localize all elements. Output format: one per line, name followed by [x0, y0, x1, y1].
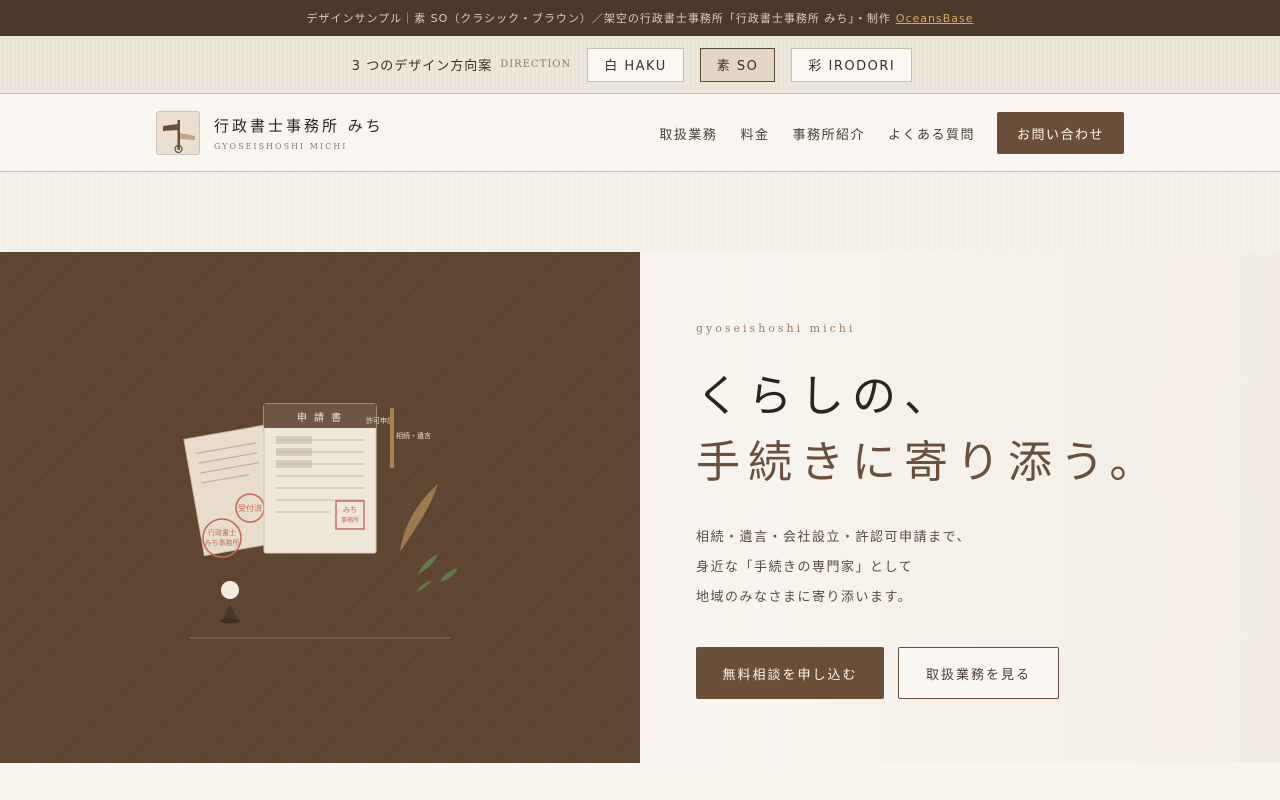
nav-services[interactable]: 取扱業務	[659, 124, 717, 143]
leaf-icon	[418, 554, 438, 574]
direction-so-button[interactable]: 素 SO	[699, 47, 776, 82]
page-bottom-strip	[0, 763, 1280, 800]
lead-line-3: 地域のみなさまに寄り添います。	[696, 590, 913, 605]
view-services-button[interactable]: 取扱業務を見る	[898, 647, 1059, 699]
main-nav: 取扱業務 料金 事務所紹介 よくある質問 お問い合わせ	[636, 94, 1124, 172]
lead-line-1: 相続・遺言・会社設立・許認可申請まで、	[696, 530, 971, 545]
direction-irodori-button[interactable]: 彩 IRODORI	[791, 47, 913, 82]
free-consultation-button[interactable]: 無料相談を申し込む	[696, 647, 884, 699]
hero-content: gyoseishoshi michi くらしの、 手続きに寄り添う。 相続・遺言…	[640, 252, 1280, 763]
leaf-icon	[416, 580, 432, 592]
seal-line1: みち	[343, 506, 357, 514]
site-header: 行政書士事務所 みち GYOSEISHOSHI MICHI 取扱業務 料金 事務…	[0, 94, 1280, 172]
tag-inheritance: 相続・遺言	[396, 431, 431, 440]
lead-line-2: 身近な「手続きの専門家」として	[696, 560, 914, 575]
banner-text: デザインサンプル｜素 SO（クラシック・ブラウン）／架空の行政書士事務所「行政書…	[306, 12, 891, 25]
application-form: 申 請 書 みち 事務所	[263, 403, 377, 554]
nav-about[interactable]: 事務所紹介	[792, 124, 865, 143]
signpost-icon	[163, 119, 195, 153]
hero-illustration-panel: 受付済 行政書士 みち事務所 申 請 書 みち 事務所 許可申請 相続・遺言	[0, 252, 640, 763]
received-stamp-text: 受付済	[238, 503, 262, 513]
office-name: 行政書士事務所 みち	[214, 116, 384, 135]
hero-eyebrow: gyoseishoshi michi	[696, 322, 856, 335]
quill-icon	[400, 484, 438, 552]
headline-line-1: くらしの、	[696, 371, 956, 422]
seal-line2: 事務所	[341, 516, 359, 524]
hero-section: 受付済 行政書士 みち事務所 申 請 書 みち 事務所 許可申請 相続・遺言 g…	[0, 252, 1280, 763]
headline-line-2: 手続きに寄り添う。	[696, 437, 1162, 488]
switcher-label: 3 つのデザイン方向案	[351, 59, 493, 74]
office-stamp-line2: みち事務所	[205, 538, 240, 547]
lamp-icon	[221, 581, 239, 599]
form-title: 申 請 書	[297, 411, 343, 424]
documents-illustration: 受付済 行政書士 みち事務所 申 請 書 みち 事務所 許可申請 相続・遺言	[183, 403, 458, 639]
section-spacer	[0, 172, 1280, 252]
tag-permit: 許可申請	[366, 416, 394, 425]
office-stamp-line1: 行政書士	[208, 528, 236, 537]
logo-text[interactable]: 行政書士事務所 みち GYOSEISHOSHI MICHI	[214, 115, 384, 151]
top-banner: デザインサンプル｜素 SO（クラシック・ブラウン）／架空の行政書士事務所「行政書…	[0, 0, 1280, 36]
direction-switcher: 3 つのデザイン方向案 DIRECTION 白 HAKU 素 SO 彩 IROD…	[0, 36, 1280, 94]
hero-headline: くらしの、 手続きに寄り添う。	[696, 364, 1161, 496]
nav-faq[interactable]: よくある質問	[888, 124, 975, 143]
office-roman-name: GYOSEISHOSHI MICHI	[214, 141, 348, 151]
leaf-icon	[440, 568, 458, 582]
direction-haku-button[interactable]: 白 HAKU	[587, 47, 684, 82]
hero-lead: 相続・遺言・会社設立・許認可申請まで、 身近な「手続きの専門家」として 地域のみ…	[696, 523, 971, 613]
nav-pricing[interactable]: 料金	[740, 124, 769, 143]
switcher-sub-label: DIRECTION	[500, 59, 572, 70]
pen-icon	[390, 408, 394, 468]
hero-buttons: 無料相談を申し込む 取扱業務を見る	[696, 647, 1059, 699]
signpost-logo-icon[interactable]	[156, 110, 200, 155]
contact-button[interactable]: お問い合わせ	[996, 112, 1124, 154]
oceansbase-link[interactable]: OceansBase	[896, 12, 974, 25]
